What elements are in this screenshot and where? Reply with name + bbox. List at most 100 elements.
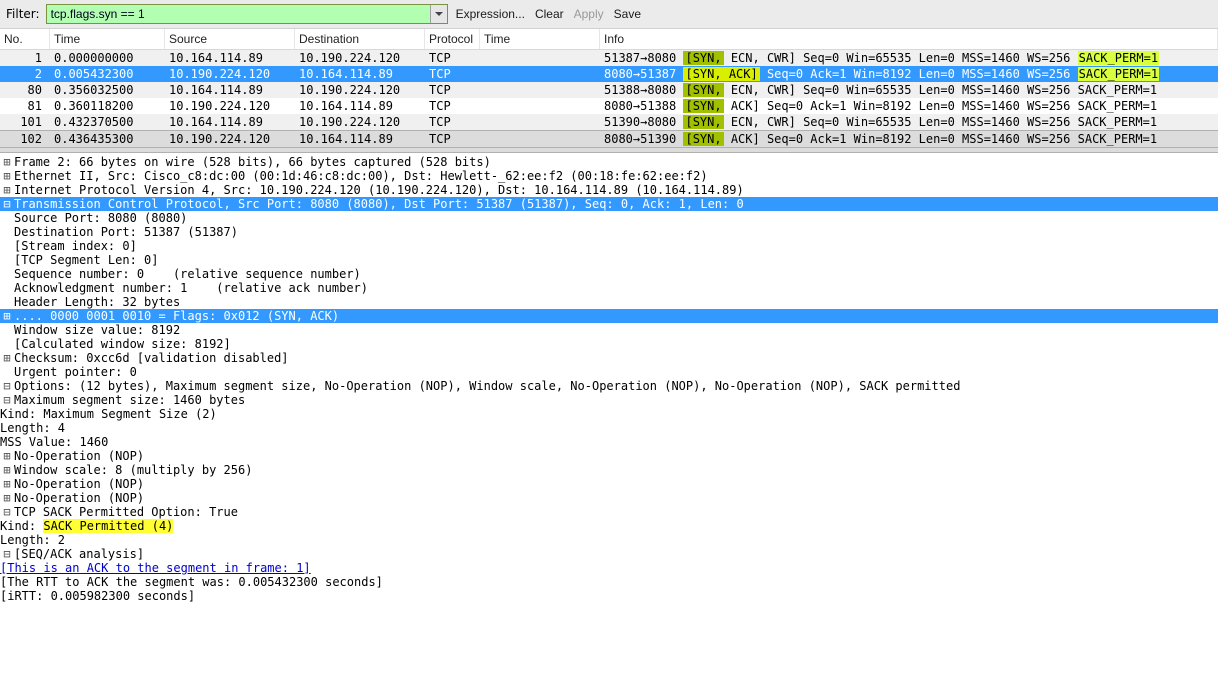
cell-info: 51390→8080 [SYN, ECN, CWR] Seq=0 Win=655… — [600, 114, 1218, 130]
filter-combo[interactable] — [46, 4, 448, 24]
tree-winsize[interactable]: Window size value: 8192 — [0, 323, 1218, 337]
cell: 10.164.114.89 — [295, 131, 425, 147]
cell: 80 — [0, 82, 50, 98]
tree-dstport[interactable]: Destination Port: 51387 (51387) — [0, 225, 1218, 239]
tree-mss-kind[interactable]: Kind: Maximum Segment Size (2) — [0, 407, 1218, 421]
tree-ip[interactable]: ⊞Internet Protocol Version 4, Src: 10.19… — [0, 183, 1218, 197]
cell: 10.190.224.120 — [165, 66, 295, 82]
cell: 101 — [0, 114, 50, 130]
tree-tcp[interactable]: ⊟Transmission Control Protocol, Src Port… — [0, 197, 1218, 211]
col-source[interactable]: Source — [165, 29, 295, 49]
cell: 10.164.114.89 — [295, 98, 425, 114]
tree-ethernet[interactable]: ⊞Ethernet II, Src: Cisco_c8:dc:00 (00:1d… — [0, 169, 1218, 183]
cell: 0.005432300 — [50, 66, 165, 82]
tree-urg[interactable]: Urgent pointer: 0 — [0, 365, 1218, 379]
cell-info: 51387→8080 [SYN, ECN, CWR] Seq=0 Win=655… — [600, 50, 1218, 66]
packet-list[interactable]: No. Time Source Destination Protocol Tim… — [0, 29, 1218, 147]
col-protocol[interactable]: Protocol — [425, 29, 480, 49]
tree-stream[interactable]: [Stream index: 0] — [0, 239, 1218, 253]
filter-label: Filter: — [6, 7, 40, 21]
tree-checksum[interactable]: ⊞Checksum: 0xcc6d [validation disabled] — [0, 351, 1218, 365]
tree-mss-len[interactable]: Length: 4 — [0, 421, 1218, 435]
tree-nop1[interactable]: ⊞No-Operation (NOP) — [0, 449, 1218, 463]
apply-button[interactable]: Apply — [572, 7, 606, 21]
cell: 10.190.224.120 — [295, 50, 425, 66]
filter-toolbar: Filter: Expression... Clear Apply Save — [0, 0, 1218, 29]
tree-seq[interactable]: Sequence number: 0 (relative sequence nu… — [0, 267, 1218, 281]
cell: 10.190.224.120 — [165, 98, 295, 114]
tree-nop3[interactable]: ⊞No-Operation (NOP) — [0, 491, 1218, 505]
cell: 10.190.224.120 — [295, 82, 425, 98]
packet-row[interactable]: 800.35603250010.164.114.8910.190.224.120… — [0, 82, 1218, 98]
cell: 0.356032500 — [50, 82, 165, 98]
packet-row[interactable]: 20.00543230010.190.224.12010.164.114.89T… — [0, 66, 1218, 82]
cell: 102 — [0, 131, 50, 147]
tree-irtt[interactable]: [iRTT: 0.005982300 seconds] — [0, 589, 1218, 603]
packet-row[interactable]: 1020.43643530010.190.224.12010.164.114.8… — [0, 130, 1218, 147]
tree-sack-len[interactable]: Length: 2 — [0, 533, 1218, 547]
cell: 10.164.114.89 — [165, 82, 295, 98]
cell-info: 8080→51388 [SYN, ACK] Seq=0 Ack=1 Win=81… — [600, 98, 1218, 114]
tree-sack-option[interactable]: ⊟TCP SACK Permitted Option: True — [0, 505, 1218, 519]
cell: 10.164.114.89 — [295, 66, 425, 82]
packet-row[interactable]: 10.00000000010.164.114.8910.190.224.120T… — [0, 50, 1218, 66]
cell: 0.000000000 — [50, 50, 165, 66]
tree-seglen[interactable]: [TCP Segment Len: 0] — [0, 253, 1218, 267]
col-time[interactable]: Time — [50, 29, 165, 49]
cell — [480, 82, 600, 98]
cell: 10.190.224.120 — [165, 131, 295, 147]
cell — [480, 114, 600, 130]
expression-button[interactable]: Expression... — [454, 7, 527, 21]
cell: TCP — [425, 131, 480, 147]
packet-details[interactable]: ⊞Frame 2: 66 bytes on wire (528 bits), 6… — [0, 153, 1218, 609]
tree-hlen[interactable]: Header Length: 32 bytes — [0, 295, 1218, 309]
cell — [480, 66, 600, 82]
cell-info: 8080→51390 [SYN, ACK] Seq=0 Ack=1 Win=81… — [600, 131, 1218, 147]
clear-button[interactable]: Clear — [533, 7, 566, 21]
cell — [480, 131, 600, 147]
cell: TCP — [425, 66, 480, 82]
packet-row[interactable]: 810.36011820010.190.224.12010.164.114.89… — [0, 98, 1218, 114]
tree-seqack[interactable]: ⊟[SEQ/ACK analysis] — [0, 547, 1218, 561]
packet-list-header[interactable]: No. Time Source Destination Protocol Tim… — [0, 29, 1218, 50]
filter-dropdown-button[interactable] — [430, 5, 447, 23]
tree-options[interactable]: ⊟Options: (12 bytes), Maximum segment si… — [0, 379, 1218, 393]
tree-nop2[interactable]: ⊞No-Operation (NOP) — [0, 477, 1218, 491]
cell: TCP — [425, 98, 480, 114]
cell: TCP — [425, 50, 480, 66]
col-no[interactable]: No. — [0, 29, 50, 49]
tree-sack-kind[interactable]: Kind: SACK Permitted (4) — [0, 519, 1218, 533]
cell: 81 — [0, 98, 50, 114]
tree-ws[interactable]: ⊞Window scale: 8 (multiply by 256) — [0, 463, 1218, 477]
filter-input[interactable] — [47, 5, 430, 23]
ack-frame-link[interactable]: [This is an ACK to the segment in frame:… — [0, 561, 311, 575]
cell: 0.432370500 — [50, 114, 165, 130]
cell: 10.164.114.89 — [165, 114, 295, 130]
tree-rtt[interactable]: [The RTT to ACK the segment was: 0.00543… — [0, 575, 1218, 589]
col-destination[interactable]: Destination — [295, 29, 425, 49]
cell: 0.360118200 — [50, 98, 165, 114]
col-info[interactable]: Info — [600, 29, 1218, 49]
cell-info: 51388→8080 [SYN, ECN, CWR] Seq=0 Win=655… — [600, 82, 1218, 98]
chevron-down-icon — [435, 10, 443, 18]
tree-cwinsize[interactable]: [Calculated window size: 8192] — [0, 337, 1218, 351]
tree-srcport[interactable]: Source Port: 8080 (8080) — [0, 211, 1218, 225]
cell — [480, 98, 600, 114]
tree-flags[interactable]: ⊞.... 0000 0001 0010 = Flags: 0x012 (SYN… — [0, 309, 1218, 323]
cell: 1 — [0, 50, 50, 66]
cell-info: 8080→51387 [SYN, ACK] Seq=0 Ack=1 Win=81… — [600, 66, 1218, 82]
cell: 0.436435300 — [50, 131, 165, 147]
tree-mss[interactable]: ⊟Maximum segment size: 1460 bytes — [0, 393, 1218, 407]
cell — [480, 50, 600, 66]
save-button[interactable]: Save — [612, 7, 643, 21]
col-time2[interactable]: Time — [480, 29, 600, 49]
cell: 10.164.114.89 — [165, 50, 295, 66]
packet-row[interactable]: 1010.43237050010.164.114.8910.190.224.12… — [0, 114, 1218, 130]
tree-frame[interactable]: ⊞Frame 2: 66 bytes on wire (528 bits), 6… — [0, 155, 1218, 169]
tree-mss-val[interactable]: MSS Value: 1460 — [0, 435, 1218, 449]
cell: TCP — [425, 114, 480, 130]
cell: TCP — [425, 82, 480, 98]
tree-ack[interactable]: Acknowledgment number: 1 (relative ack n… — [0, 281, 1218, 295]
cell: 2 — [0, 66, 50, 82]
tree-ack-link[interactable]: [This is an ACK to the segment in frame:… — [0, 561, 1218, 575]
